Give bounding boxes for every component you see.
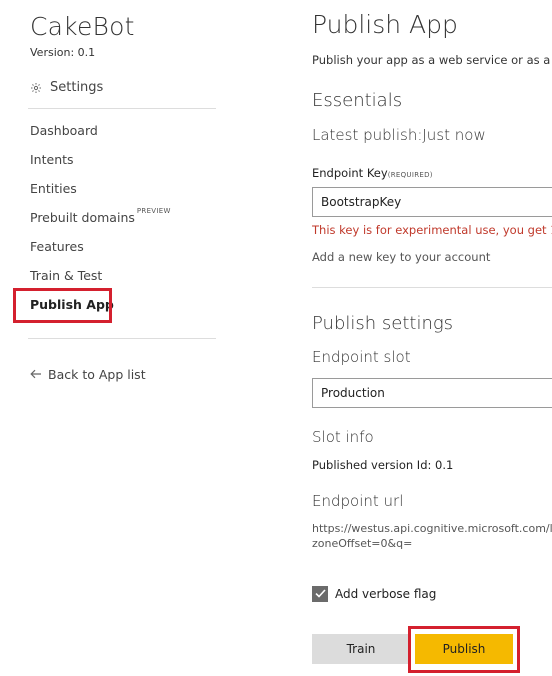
slot-info-label: Slot info [312,428,374,446]
section-divider [312,287,552,288]
publish-settings-heading: Publish settings [312,313,454,334]
endpoint-url-text[interactable]: https://westus.api.cognitive.microsoft.c… [312,521,552,551]
endpoint-url-label: Endpoint url [312,492,404,510]
app-version: Version: 0.1 [30,46,96,59]
page-subtitle: Publish your app as a web service or as … [312,53,552,67]
endpoint-slot-label: Endpoint slot [312,348,411,366]
publish-button[interactable]: Publish [415,634,513,664]
add-key-link[interactable]: Add a new key to your account [312,250,490,264]
sidebar-item-label: Publish App [30,297,114,312]
sidebar-divider-bottom [28,338,216,339]
sidebar-item-train-test[interactable]: Train & Test [30,267,171,296]
required-tag: (REQUIRED) [387,171,433,179]
app-name: CakeBot [30,12,135,41]
sidebar-item-intents[interactable]: Intents [30,151,171,180]
sidebar-item-label: Entities [30,181,77,196]
back-link-label: Back to App list [48,367,146,382]
endpoint-key-value: BootstrapKey [321,195,402,209]
sidebar-divider-top [28,108,216,109]
checkmark-icon [314,587,326,601]
sidebar-item-label: Prebuilt domains [30,210,135,225]
endpoint-slot-value: Production [321,386,385,400]
preview-badge: PREVIEW [136,207,171,215]
sidebar-item-prebuilt-domains[interactable]: Prebuilt domains PREVIEW [30,207,171,238]
sidebar: CakeBot Version: 0.1 Settings Dashboard … [0,0,230,676]
sidebar-item-publish-app[interactable]: Publish App [30,296,171,325]
latest-publish-text: Latest publish:Just now [312,126,486,144]
endpoint-key-label: Endpoint Key(REQUIRED) [312,166,433,180]
settings-link[interactable]: Settings [30,80,103,95]
sidebar-nav: Dashboard Intents Entities Prebuilt doma… [30,122,171,325]
main-content: Publish App Publish your app as a web se… [312,0,552,676]
settings-label: Settings [50,80,104,95]
published-version-text: Published version Id: 0.1 [312,458,454,472]
page-title: Publish App [312,10,458,39]
sidebar-item-features[interactable]: Features [30,238,171,267]
sidebar-item-label: Features [30,239,84,254]
sidebar-item-label: Dashboard [30,123,98,138]
essentials-heading: Essentials [312,90,403,111]
back-to-app-list-link[interactable]: Back to App list [30,367,146,382]
train-button[interactable]: Train [312,634,410,664]
verbose-flag-row[interactable]: Add verbose flag [312,586,436,602]
gear-icon [30,82,42,94]
sidebar-item-dashboard[interactable]: Dashboard [30,122,171,151]
verbose-flag-checkbox[interactable] [312,586,328,602]
experimental-key-warning: This key is for experimental use, you ge… [312,223,552,237]
endpoint-key-select[interactable]: BootstrapKey [312,187,552,217]
sidebar-item-entities[interactable]: Entities [30,180,171,209]
sidebar-item-label: Intents [30,152,74,167]
verbose-flag-label: Add verbose flag [335,587,437,601]
arrow-left-icon [30,367,42,382]
endpoint-key-label-text: Endpoint Key [312,166,388,180]
endpoint-slot-select[interactable]: Production [312,378,552,408]
sidebar-item-label: Train & Test [30,268,103,283]
